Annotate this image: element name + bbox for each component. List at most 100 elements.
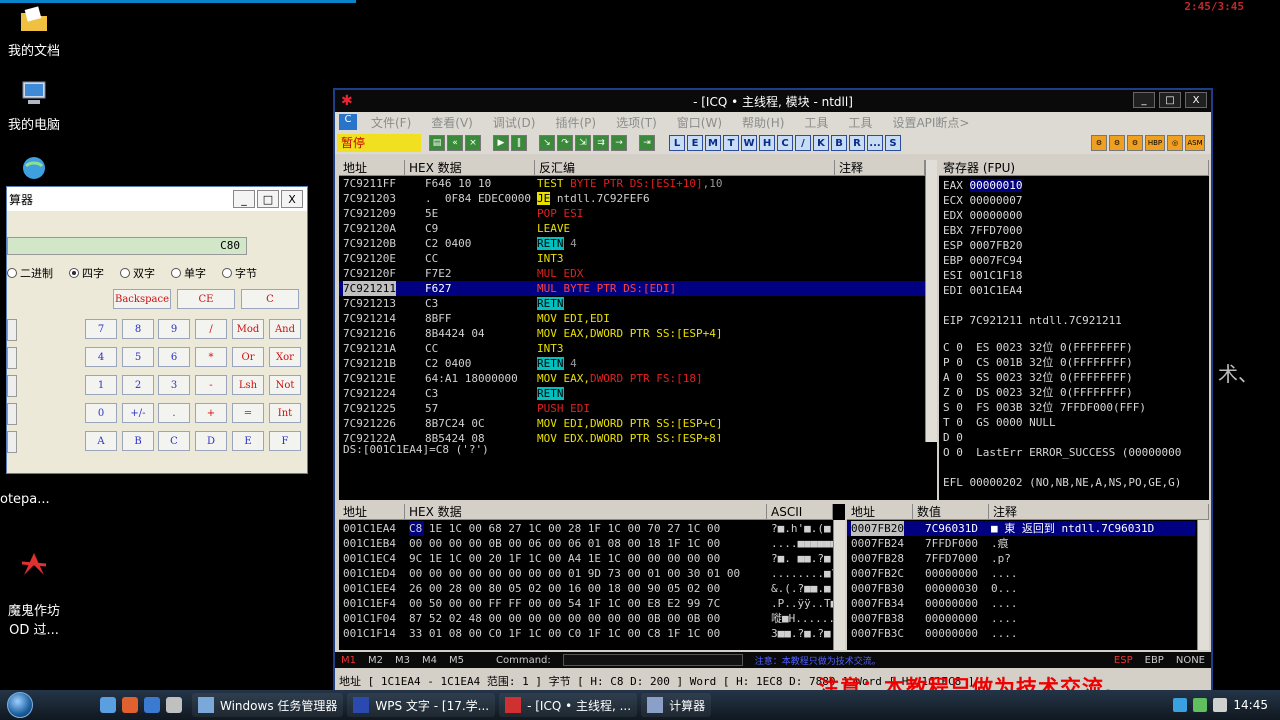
register-edx[interactable]: EDX 00000000 xyxy=(943,208,1022,223)
toolbar-window-button[interactable]: C xyxy=(777,135,793,151)
disasm-row[interactable]: 7C921213 C3 RETN xyxy=(339,296,925,311)
disasm-row[interactable]: 7C921209 5E POP ESI xyxy=(339,206,925,221)
col-header-address[interactable]: 地址 xyxy=(847,504,913,520)
calculator-titlebar[interactable]: 算器 _ □ X xyxy=(7,187,307,211)
flag-line[interactable]: C 0 ES 0023 32位 0(FFFFFFFF) xyxy=(943,340,1133,355)
calc-key[interactable]: 9 xyxy=(158,319,190,339)
col-header-disasm[interactable]: 反汇编 xyxy=(535,160,835,176)
disasm-row[interactable]: 7C92120E CC INT3 xyxy=(339,251,925,266)
stack-row[interactable]: 0007FB2C 00000000.... xyxy=(847,566,1195,581)
disasm-row[interactable]: 7C92121B C2 0400 RETN 4 xyxy=(339,356,925,371)
flag-line[interactable]: D 0 xyxy=(943,430,963,445)
disassembly-scrollbar[interactable] xyxy=(925,160,937,442)
calc-key[interactable]: Mod xyxy=(232,319,264,339)
registers-pane[interactable]: 寄存器 (FPU) EAX 00000010 ECX 00000007 EDX 00… xyxy=(939,160,1209,500)
radio-byte[interactable]: 字节 xyxy=(222,265,257,281)
dump-scrollbar[interactable] xyxy=(833,520,845,650)
memory-tab-m3[interactable]: M3 xyxy=(395,655,410,666)
stack-row[interactable]: 0007FB20 7C96031D ■ 東 返回到 ntdll.7C96031D xyxy=(847,521,1195,536)
calc-key[interactable]: +/- xyxy=(122,403,154,423)
register-ebp[interactable]: EBP 0007FC94 xyxy=(943,253,1022,268)
toolbar-window-button[interactable]: B xyxy=(831,135,847,151)
minimize-button[interactable]: _ xyxy=(1133,92,1155,108)
close-icon[interactable]: × xyxy=(465,135,481,151)
register-value[interactable]: 001C1EA4 xyxy=(970,284,1023,297)
task-calculator[interactable]: 计算器 xyxy=(641,693,712,717)
calc-key[interactable]: Xor xyxy=(269,347,301,367)
stack-row[interactable]: 0007FB3C 00000000.... xyxy=(847,626,1195,641)
calc-key[interactable]: * xyxy=(195,347,227,367)
calc-key[interactable]: Lsh xyxy=(232,375,264,395)
desktop-icon-notepad[interactable]: otepa... xyxy=(0,492,74,507)
cpu-window-icon[interactable]: C xyxy=(339,114,357,130)
col-header-address[interactable]: 地址 xyxy=(339,504,405,520)
calc-key[interactable]: 1 xyxy=(85,375,117,395)
desktop-icon-my-computer[interactable]: 我的电脑 xyxy=(0,78,74,133)
toolbar-window-button[interactable]: M xyxy=(705,135,721,151)
calc-key[interactable]: - xyxy=(195,375,227,395)
volume-icon[interactable] xyxy=(1213,698,1228,712)
calc-key[interactable]: . xyxy=(158,403,190,423)
trace-over-icon[interactable]: ⇉ xyxy=(593,135,609,151)
calc-key[interactable]: A xyxy=(85,431,117,451)
toolbar-window-button[interactable]: R xyxy=(849,135,865,151)
cmd-esp[interactable]: ESP xyxy=(1114,655,1133,666)
calc-key[interactable]: C xyxy=(158,431,190,451)
calc-key[interactable]: 8 xyxy=(122,319,154,339)
register-value[interactable]: 0007FB20 xyxy=(970,239,1023,252)
calc-key[interactable]: = xyxy=(232,403,264,423)
flag-line[interactable]: Z 0 DS 0023 32位 0(FFFFFFFF) xyxy=(943,385,1133,400)
command-input[interactable] xyxy=(562,654,743,666)
radio-word[interactable]: 单字 xyxy=(171,265,206,281)
radio-dword[interactable]: 双字 xyxy=(120,265,155,281)
calc-key[interactable]: And xyxy=(269,319,301,339)
disasm-row[interactable]: 7C921211 F627 MUL BYTE PTR DS:[EDI] xyxy=(339,281,925,296)
register-eax[interactable]: EAX 00000010 xyxy=(943,178,1023,193)
stack-row[interactable]: 0007FB30 00000030 0... xyxy=(847,581,1195,596)
toolbar-window-button[interactable]: ... xyxy=(867,135,883,151)
minimize-button[interactable]: _ xyxy=(233,190,255,208)
register-value[interactable]: 00000010 xyxy=(969,179,1023,192)
menu-view[interactable]: 查看(V) xyxy=(421,114,483,131)
disasm-row[interactable]: 7C921216 8B4424 04 MOV EAX,DWORD PTR SS:[E… xyxy=(339,326,925,341)
menu-tools-2[interactable]: 工具 xyxy=(838,114,882,131)
toolbar-window-button[interactable]: S xyxy=(885,135,901,151)
toolbar-window-button[interactable]: E xyxy=(687,135,703,151)
stack-row[interactable]: 0007FB24 7FFDF000 .痕 xyxy=(847,536,1195,551)
register-value[interactable]: 001C1F18 xyxy=(970,269,1023,282)
calc-key[interactable]: E xyxy=(232,431,264,451)
stack-scrollbar[interactable] xyxy=(1197,520,1209,650)
hbp-button[interactable]: HBP xyxy=(1145,135,1165,151)
memory-tab-m2[interactable]: M2 xyxy=(368,655,383,666)
calc-key[interactable]: 7 xyxy=(85,319,117,339)
disasm-row[interactable]: 7C92122A 8B5424 08 MOV EDX,DWORD PTR SS:[E… xyxy=(339,431,925,442)
task-ollydbg[interactable]: - [ICQ • 主线程, ... xyxy=(499,693,638,717)
toolbar-window-button[interactable]: H xyxy=(759,135,775,151)
register-value[interactable]: 7FFD7000 xyxy=(970,224,1023,237)
maximize-button[interactable]: □ xyxy=(1159,92,1181,108)
disasm-row[interactable]: 7C92120F F7E2 MUL EDX xyxy=(339,266,925,281)
disasm-row[interactable]: 7C92121A CC INT3 xyxy=(339,341,925,356)
menu-help[interactable]: 帮助(H) xyxy=(732,114,794,131)
memory-tab-m5[interactable]: M5 xyxy=(449,655,464,666)
pause-icon[interactable]: ‖ xyxy=(511,135,527,151)
toolbar-window-button[interactable]: L xyxy=(669,135,685,151)
backspace-button[interactable]: Backspace xyxy=(113,289,171,309)
flag-line[interactable]: S 0 FS 003B 32位 7FFDF000(FFF) xyxy=(943,400,1146,415)
calc-key[interactable]: 0 xyxy=(85,403,117,423)
col-header-value[interactable]: 数值 xyxy=(913,504,989,520)
desktop-icon[interactable] xyxy=(166,697,182,713)
stack-row[interactable]: 0007FB34 00000000.... xyxy=(847,596,1195,611)
register-ebx[interactable]: EBX 7FFD7000 xyxy=(943,223,1022,238)
plugin-icon[interactable]: ⚙ xyxy=(1091,135,1107,151)
ollydbg-window[interactable]: ✱ - [ICQ • 主线程, 模块 - ntdll] _ □ X C 文件(F… xyxy=(333,88,1213,692)
col-header-comment[interactable]: 注释 xyxy=(835,160,925,176)
memory-tab-m4[interactable]: M4 xyxy=(422,655,437,666)
register-edi[interactable]: EDI 001C1EA4 xyxy=(943,283,1022,298)
disasm-row[interactable]: 7C921226 8B7C24 0C MOV EDI,DWORD PTR SS:[E… xyxy=(339,416,925,431)
calc-key[interactable]: / xyxy=(195,319,227,339)
calc-side-key[interactable] xyxy=(7,431,17,453)
register-efl[interactable]: EFL 00000202 (NO,NB,NE,A,NS,PO,GE,G) xyxy=(943,475,1181,490)
task-wps[interactable]: WPS 文字 - [17.学... xyxy=(347,693,496,717)
toolbar-window-button[interactable]: / xyxy=(795,135,811,151)
